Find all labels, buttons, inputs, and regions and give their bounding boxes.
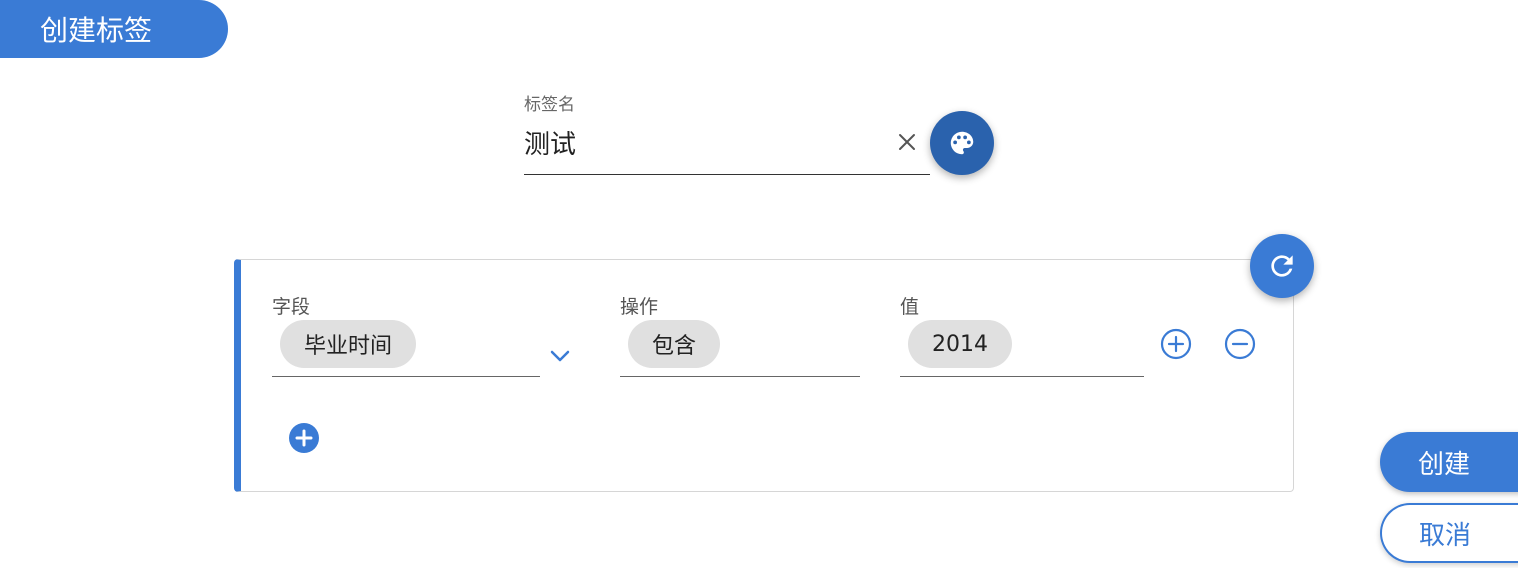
field-underline — [272, 376, 540, 377]
refresh-icon — [1271, 255, 1293, 277]
operation-underline — [620, 376, 860, 377]
palette-icon — [950, 131, 974, 155]
tag-name-input[interactable]: 测试 — [524, 124, 576, 161]
add-circle-icon[interactable] — [288, 422, 320, 458]
create-tag-dialog: 创建标签 标签名 测试 字段 毕业时间 操作 包含 值 2014 创建 取消 — [0, 0, 1518, 568]
value-label: 值 — [900, 296, 920, 318]
dialog-title: 创建标签 — [0, 0, 228, 58]
operation-chip[interactable]: 包含 — [628, 320, 721, 368]
field-label: 字段 — [272, 296, 311, 318]
remove-circle-outline-icon[interactable] — [1224, 328, 1256, 364]
clear-icon[interactable] — [893, 128, 921, 156]
refresh-button[interactable] — [1250, 234, 1314, 298]
field-chip[interactable]: 毕业时间 — [280, 320, 417, 368]
tag-name-label: 标签名 — [524, 95, 575, 115]
cancel-button[interactable]: 取消 — [1380, 503, 1518, 563]
tag-name-underline — [524, 174, 930, 175]
operation-label: 操作 — [620, 296, 659, 318]
value-chip[interactable]: 2014 — [908, 320, 1012, 368]
add-circle-outline-icon[interactable] — [1160, 328, 1192, 364]
dialog-title-text: 创建标签 — [40, 14, 153, 47]
create-button-label: 创建 — [1418, 449, 1471, 480]
create-button[interactable]: 创建 — [1380, 432, 1518, 492]
palette-button[interactable] — [930, 111, 994, 175]
value-underline — [900, 376, 1144, 377]
cancel-button-label: 取消 — [1419, 520, 1472, 551]
chevron-down-icon[interactable] — [546, 342, 574, 370]
